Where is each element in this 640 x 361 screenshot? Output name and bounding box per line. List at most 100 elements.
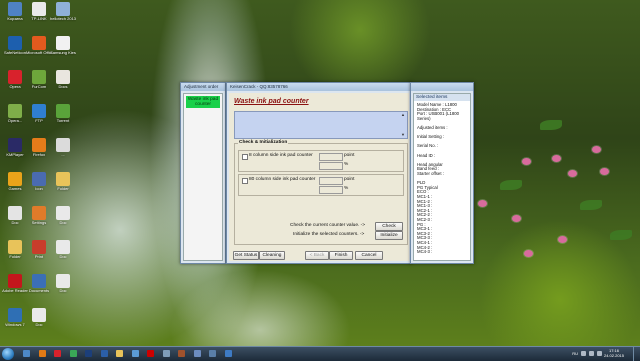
main-window-body: Waste ink pad counter ▲ ▼ Check & Initia… — [229, 93, 409, 261]
checkbox-8-column[interactable] — [242, 154, 248, 160]
desktop-icon[interactable]: Adobe Reader — [2, 274, 28, 304]
desktop-icon[interactable]: hellotech 2013-0-24 — [50, 2, 76, 32]
language-indicator[interactable]: RU — [572, 351, 578, 356]
taskbar-app-app2[interactable] — [175, 348, 188, 360]
desktop-icon[interactable]: Doc — [26, 308, 52, 338]
taskbar-app-opera[interactable] — [51, 348, 64, 360]
desktop-icon-label: Folder — [57, 187, 69, 191]
waste-ink-pad-window: KeisenCrack - QQ:83578766 Waste ink pad … — [226, 82, 412, 264]
desktop-icon-glyph-icon — [8, 104, 22, 118]
desktop-icon[interactable]: Documents — [26, 274, 52, 304]
desktop-icon[interactable]: Корзина — [2, 2, 28, 32]
tray-network-icon[interactable] — [589, 351, 594, 356]
taskbar-app-record[interactable] — [144, 348, 157, 360]
desktop-icon-label: Docs — [58, 85, 68, 89]
taskbar-app-image[interactable] — [129, 348, 142, 360]
desktop-icon-label: Documents — [28, 289, 50, 293]
desktop-icon-glyph-icon — [32, 138, 46, 152]
taskbar-app-media-player[interactable] — [36, 348, 49, 360]
taskbar-app-folder[interactable] — [113, 348, 126, 360]
selected-item-line: Starter offset : — [417, 171, 444, 176]
selected-items-title: Selected items — [414, 94, 470, 101]
check-button[interactable]: Check — [375, 222, 403, 231]
percent-field — [319, 162, 343, 170]
start-button[interactable] — [2, 348, 14, 360]
tray-volume-icon[interactable] — [597, 351, 602, 356]
desktop-icon[interactable]: TP-LINK — [26, 2, 52, 32]
desktop-icon-label: Корзина — [7, 17, 23, 21]
taskbar-app-app4[interactable] — [206, 348, 219, 360]
taskbar-app-word[interactable] — [98, 348, 111, 360]
desktop-icon[interactable]: Settings — [26, 206, 52, 236]
desktop-icon[interactable]: Folder — [50, 172, 76, 202]
desktop-icon[interactable]: Doc — [2, 206, 28, 236]
wallpaper-leaf — [540, 120, 562, 130]
desktop-icon-glyph-icon — [56, 274, 70, 288]
desktop-icon[interactable]: Firefox — [26, 138, 52, 168]
taskbar-app-explorer[interactable] — [20, 348, 33, 360]
initialize-button[interactable]: Initialize — [375, 231, 403, 240]
tray-flag-icon[interactable] — [581, 351, 586, 356]
desktop-icon-label: ... — [61, 153, 65, 157]
desktop-icon-label: Opera... — [7, 119, 23, 123]
check-init-group: Check & Initialization 8 column side ink… — [234, 140, 408, 245]
selected-items-window: Selected items Model Name : L1800 Destina… — [410, 82, 474, 264]
desktop-icon[interactable]: Icon — [26, 172, 52, 202]
desktop-icon-glyph-icon — [32, 36, 46, 50]
info-text-box[interactable]: ▲ ▼ — [234, 111, 408, 139]
desktop-icon[interactable]: Print — [26, 240, 52, 270]
counter-label: 8 column side ink pad counter — [249, 153, 313, 158]
get-status-button[interactable]: Get Status — [233, 251, 259, 260]
desktop-icon[interactable]: Doc — [50, 206, 76, 236]
wallpaper-flower — [600, 168, 609, 175]
desktop-icon[interactable]: FTP — [26, 104, 52, 134]
desktop-icon[interactable]: FurCom — [26, 70, 52, 100]
system-clock[interactable]: 17:16 24.02.2015 — [604, 348, 624, 358]
desktop-icon[interactable]: Torrent — [50, 104, 76, 134]
show-desktop-button[interactable] — [633, 347, 640, 361]
app-icon — [162, 350, 170, 357]
desktop-icon-label: SafeNetIcon — [3, 51, 26, 55]
back-button[interactable]: < Back — [305, 251, 329, 260]
desktop-icon[interactable]: Doc — [50, 274, 76, 304]
desktop-icon[interactable]: Games — [2, 172, 28, 202]
desktop-icon-glyph-icon — [56, 104, 70, 118]
desktop-icon[interactable]: Docs — [50, 70, 76, 100]
app2-icon — [178, 350, 185, 357]
taskbar-app-chrome[interactable] — [67, 348, 80, 360]
desktop-icon[interactable]: Samsung Kies — [50, 36, 76, 66]
unit-percent: % — [344, 162, 349, 167]
finish-button[interactable]: Finish — [329, 251, 353, 260]
desktop-icon[interactable]: Opera... — [2, 104, 28, 134]
scroll-down-icon[interactable]: ▼ — [401, 133, 405, 137]
desktop-icon[interactable]: KMPlayer — [2, 138, 28, 168]
desktop-icon[interactable]: Folder — [2, 240, 28, 270]
checkbox-80-column[interactable] — [242, 178, 248, 184]
cancel-button[interactable]: Cancel — [355, 251, 383, 260]
selected-item-line: Serial No. : — [417, 143, 439, 149]
adjustment-item-waste-ink[interactable]: Waste ink pad counter — [186, 96, 220, 108]
taskbar-app-app5[interactable] — [222, 348, 235, 360]
desktop-icon-label: Opera — [9, 85, 21, 89]
desktop-icon-glyph-icon — [56, 70, 70, 84]
percent-field — [319, 186, 343, 194]
desktop-icon[interactable]: Opera — [2, 70, 28, 100]
desktop-icon[interactable]: ... — [50, 138, 76, 168]
desktop-icon[interactable]: Windows 7 — [2, 308, 28, 338]
adjustment-order-list: Waste ink pad counter — [183, 93, 223, 261]
desktop-icon-glyph-icon — [32, 2, 46, 16]
desktop-icon-glyph-icon — [56, 2, 70, 16]
desktop-icon-label: Windows 7 — [5, 323, 25, 327]
cleaning-button[interactable]: Cleaning — [259, 251, 285, 260]
wallpaper-flower — [478, 200, 487, 207]
desktop-icon[interactable]: Microsoft Office — [26, 36, 52, 66]
scroll-up-icon[interactable]: ▲ — [401, 113, 405, 117]
taskbar-app-app[interactable] — [160, 348, 173, 360]
taskbar-app-app3[interactable] — [191, 348, 204, 360]
desktop-icon[interactable]: Doc — [50, 240, 76, 270]
desktop-icon[interactable]: SafeNetIcon — [2, 36, 28, 66]
selected-item-line: Head ID : — [417, 152, 436, 158]
desktop-icon-glyph-icon — [8, 240, 22, 254]
taskbar-app-photoshop[interactable] — [82, 348, 95, 360]
desktop-icon-label: Doc — [11, 221, 19, 225]
